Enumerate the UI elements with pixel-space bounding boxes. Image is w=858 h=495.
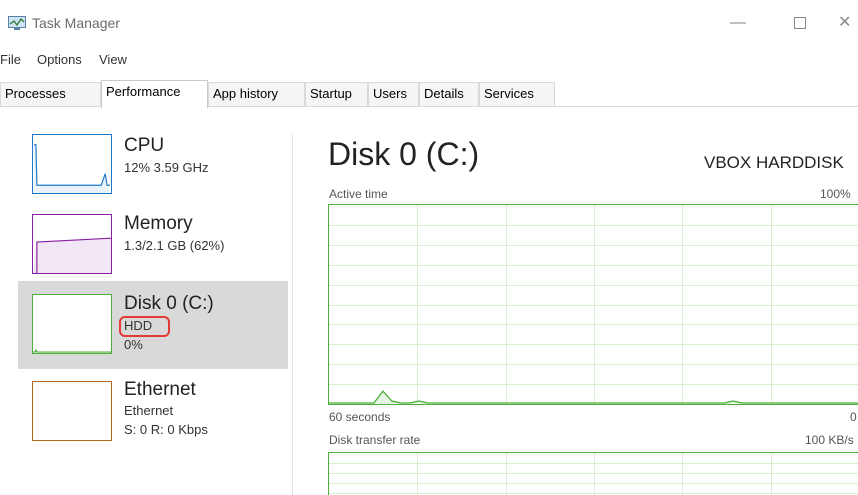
sidebar-item-title: Ethernet xyxy=(124,379,196,400)
tab-users[interactable]: Users xyxy=(368,82,419,106)
maximize-icon xyxy=(794,16,806,29)
disk-thumbnail-graph xyxy=(32,294,112,354)
active-time-line xyxy=(329,390,858,404)
ethernet-thumbnail-graph xyxy=(32,381,112,441)
sidebar-item-title: Disk 0 (C:) xyxy=(124,293,214,314)
menu-file[interactable]: File xyxy=(0,52,21,67)
sidebar-item-detail: S: 0 R: 0 Kbps xyxy=(124,422,208,437)
sidebar-item-subtitle: 12% 3.59 GHz xyxy=(124,160,209,175)
active-time-max-label: 100% xyxy=(820,187,851,201)
minimize-button[interactable]: — xyxy=(720,8,756,38)
transfer-rate-chart xyxy=(329,453,858,495)
title-bar: Task Manager — ✕ xyxy=(0,0,858,44)
page-title: Disk 0 (C:) xyxy=(328,136,480,172)
panel-divider xyxy=(292,133,293,495)
task-manager-icon xyxy=(8,16,26,30)
close-icon: ✕ xyxy=(838,14,852,31)
disk-model-label: VBOX HARDDISK xyxy=(704,153,844,172)
sidebar-item-subtitle: 1.3/2.1 GB (62%) xyxy=(124,238,225,253)
active-time-min-label: 0 xyxy=(850,410,857,424)
tab-startup[interactable]: Startup xyxy=(305,82,368,106)
tab-performance[interactable]: Performance xyxy=(101,80,208,108)
tab-services[interactable]: Services xyxy=(479,82,555,106)
memory-thumbnail-graph xyxy=(32,214,112,274)
transfer-rate-max-label: 100 KB/s xyxy=(805,433,854,447)
tab-app-history[interactable]: App history xyxy=(208,82,305,106)
sidebar-item-cpu[interactable]: CPU 12% 3.59 GHz xyxy=(18,127,288,213)
menu-view[interactable]: View xyxy=(99,52,127,67)
hdd-highlight-annotation xyxy=(119,316,170,337)
transfer-rate-label: Disk transfer rate xyxy=(329,433,421,447)
maximize-button[interactable] xyxy=(782,8,818,38)
active-time-area xyxy=(329,391,858,404)
sidebar-item-title: Memory xyxy=(124,213,193,234)
sidebar-item-title: CPU xyxy=(124,135,165,156)
active-time-label: Active time xyxy=(329,187,388,201)
transfer-rate-graph xyxy=(328,452,858,495)
window-title: Task Manager xyxy=(32,15,120,31)
active-time-chart xyxy=(329,205,858,404)
menu-options[interactable]: Options xyxy=(37,52,82,67)
tab-processes[interactable]: Processes xyxy=(0,82,101,106)
tab-strip: Processes Performance App history Startu… xyxy=(0,80,858,108)
cpu-thumbnail-graph xyxy=(32,134,112,194)
minimize-icon: — xyxy=(730,14,746,31)
tab-details[interactable]: Details xyxy=(419,82,479,106)
sidebar-item-subtitle: 0% xyxy=(124,337,143,352)
sidebar-item-memory[interactable]: Memory 1.3/2.1 GB (62%) xyxy=(18,203,288,289)
sidebar-item-ethernet[interactable]: Ethernet Ethernet S: 0 R: 0 Kbps xyxy=(18,371,288,457)
time-span-label: 60 seconds xyxy=(329,410,391,424)
sidebar-item-subtitle: Ethernet xyxy=(124,403,174,418)
active-time-graph xyxy=(328,204,858,405)
close-button[interactable]: ✕ xyxy=(838,8,858,38)
